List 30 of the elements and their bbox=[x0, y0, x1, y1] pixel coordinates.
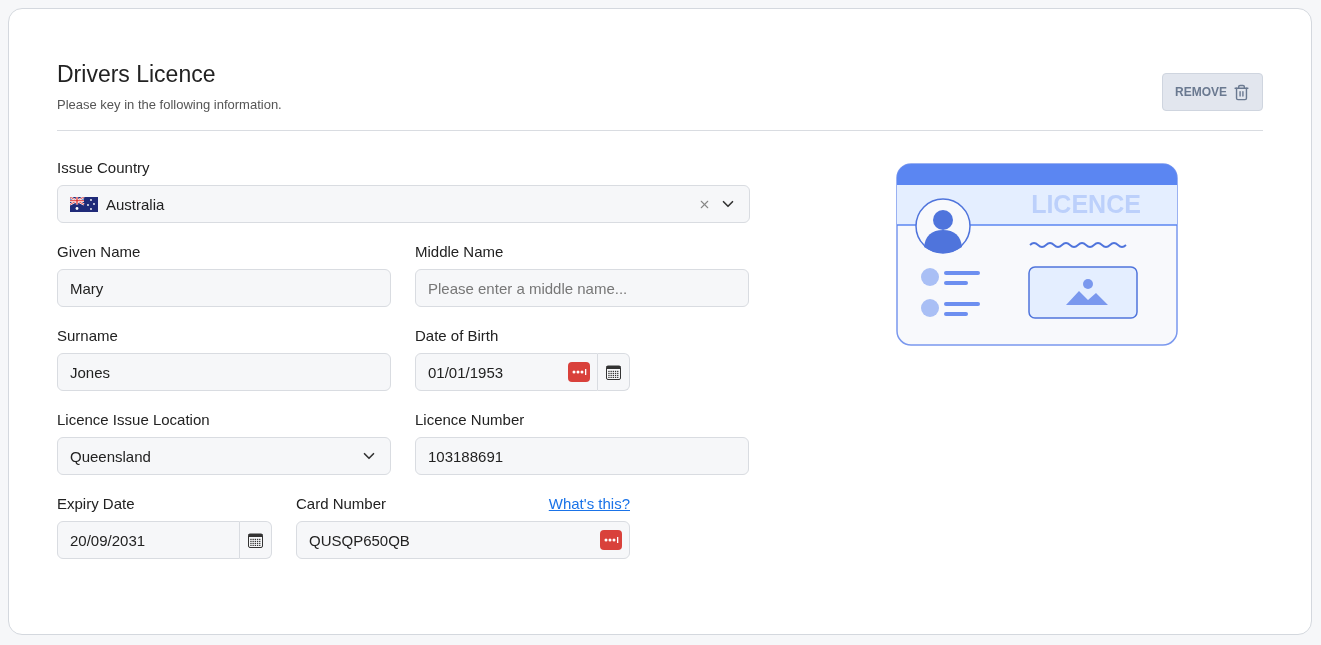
field-label: Expiry Date bbox=[57, 495, 135, 512]
input-field[interactable]: Mary bbox=[57, 269, 391, 307]
input-field[interactable]: 103188691 bbox=[415, 437, 749, 475]
date-field[interactable]: 20/09/2031 bbox=[57, 521, 240, 559]
field-label: Licence Number bbox=[415, 411, 525, 428]
input-field[interactable]: Jones bbox=[57, 353, 391, 391]
field-label: Middle Name bbox=[415, 243, 504, 260]
trash-icon bbox=[1233, 83, 1250, 101]
remove-button[interactable]: REMOVE bbox=[1162, 73, 1263, 111]
section-subtitle: Please key in the following information. bbox=[57, 97, 282, 112]
country-select[interactable]: Australia bbox=[57, 185, 750, 223]
dots-icon[interactable] bbox=[600, 530, 622, 550]
calendar-icon bbox=[606, 364, 621, 380]
field-label: Date of Birth bbox=[415, 327, 499, 344]
section-title: Drivers Licence bbox=[57, 61, 217, 88]
calendar-button[interactable] bbox=[598, 353, 630, 391]
field-label: Surname bbox=[57, 327, 118, 344]
input-field[interactable]: Please enter a middle name... bbox=[415, 269, 749, 307]
field-label: Given Name bbox=[57, 243, 141, 260]
input-field[interactable]: QUSQP650QB bbox=[296, 521, 630, 559]
calendar-button[interactable] bbox=[240, 521, 272, 559]
field-label: Card Number bbox=[296, 495, 387, 512]
location-select[interactable]: Queensland bbox=[57, 437, 391, 475]
dots-icon[interactable] bbox=[568, 362, 590, 382]
flag-icon bbox=[70, 196, 98, 212]
date-field[interactable]: 01/01/1953 bbox=[415, 353, 598, 391]
field-label: Issue Country bbox=[57, 159, 150, 176]
calendar-icon bbox=[248, 532, 263, 548]
help-link[interactable]: What's this? bbox=[548, 495, 630, 512]
field-label: Licence Issue Location bbox=[57, 411, 210, 428]
